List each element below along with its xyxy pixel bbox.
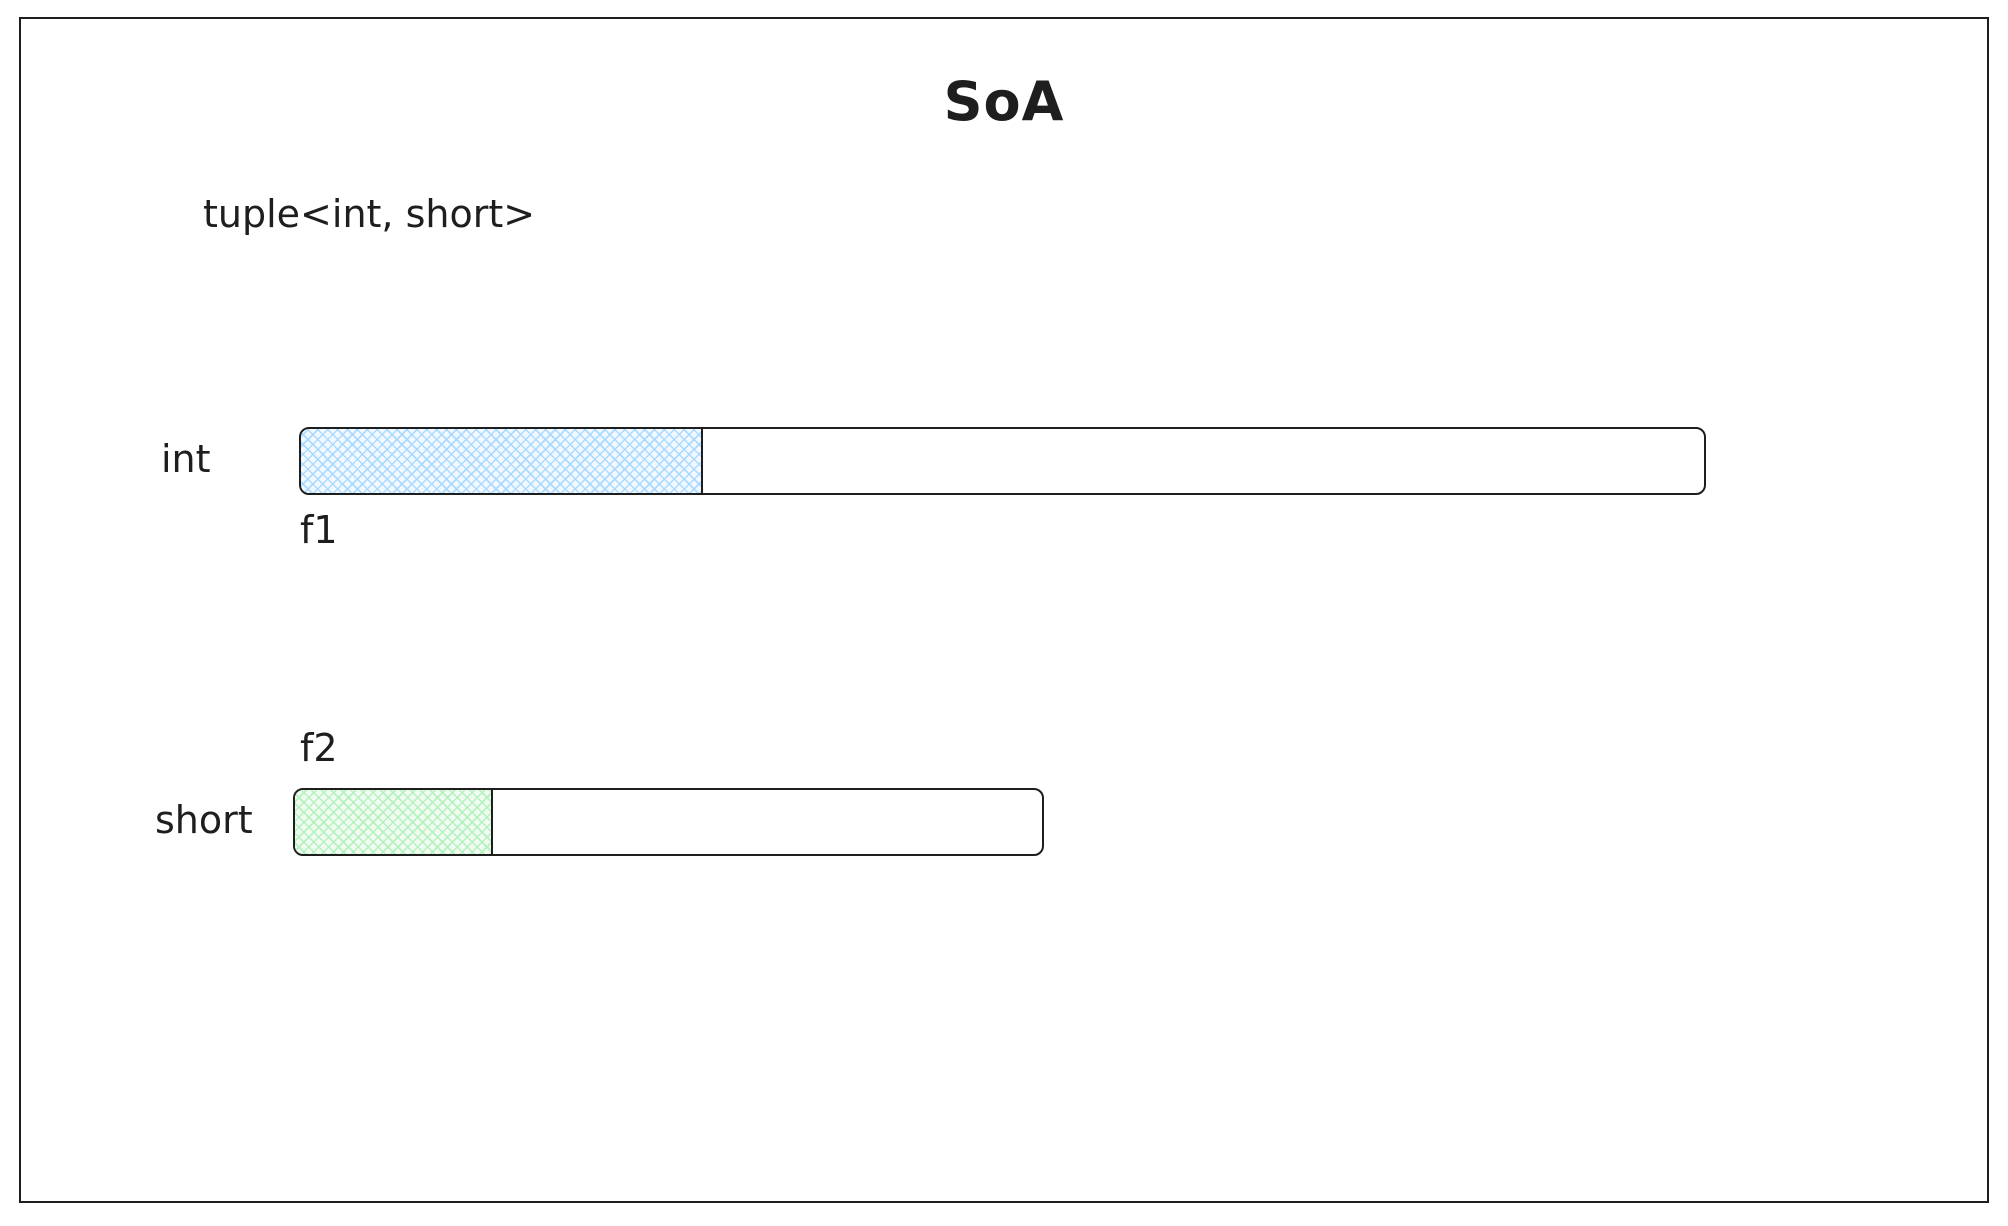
row-type-label-int: int <box>161 437 211 481</box>
short-array-fill-f2 <box>295 790 493 854</box>
short-array-bar <box>293 788 1044 856</box>
row-type-label-short: short <box>155 798 253 842</box>
diagram-subtitle: tuple<int, short> <box>203 192 536 236</box>
diagram-title: SoA <box>943 70 1065 133</box>
int-array-bar <box>299 427 1706 495</box>
field-label-f1: f1 <box>300 508 338 552</box>
int-array-fill-f1 <box>301 429 703 493</box>
field-label-f2: f2 <box>300 726 338 770</box>
